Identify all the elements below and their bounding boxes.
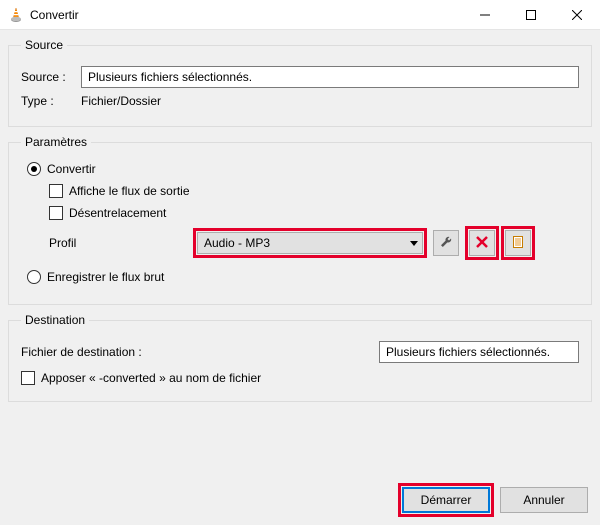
type-label: Type : <box>21 94 81 108</box>
profile-dropdown[interactable]: Audio - MP3 <box>197 232 423 254</box>
minimize-button[interactable] <box>462 0 508 30</box>
destination-group: Destination Fichier de destination : App… <box>8 313 592 402</box>
footer: Démarrer Annuler <box>8 481 592 517</box>
profile-dropdown-value: Audio - MP3 <box>204 236 410 250</box>
app-icon <box>8 7 24 23</box>
show-output-row[interactable]: Affiche le flux de sortie <box>49 184 579 198</box>
cancel-button[interactable]: Annuler <box>500 487 588 513</box>
source-label: Source : <box>21 70 81 84</box>
cancel-button-label: Annuler <box>523 493 564 507</box>
append-converted-checkbox[interactable] <box>21 371 35 385</box>
deinterlace-checkbox[interactable] <box>49 206 63 220</box>
show-output-checkbox[interactable] <box>49 184 63 198</box>
convert-radio-row[interactable]: Convertir <box>27 162 579 176</box>
dump-raw-radio-row[interactable]: Enregistrer le flux brut <box>27 270 579 284</box>
dump-raw-radio[interactable] <box>27 270 41 284</box>
new-document-icon <box>511 235 525 252</box>
dialog-content: Source Source : Type : Fichier/Dossier P… <box>0 30 600 525</box>
chevron-down-icon <box>410 236 418 250</box>
convert-radio[interactable] <box>27 162 41 176</box>
deinterlace-label: Désentrelacement <box>69 206 166 220</box>
append-converted-label: Apposer « -converted » au nom de fichier <box>41 371 261 385</box>
edit-profile-button[interactable] <box>433 230 459 256</box>
source-input[interactable] <box>81 66 579 88</box>
start-button[interactable]: Démarrer <box>402 487 490 513</box>
delete-x-icon <box>476 236 488 251</box>
settings-group: Paramètres Convertir Affiche le flux de … <box>8 135 592 305</box>
show-output-label: Affiche le flux de sortie <box>69 184 190 198</box>
close-button[interactable] <box>554 0 600 30</box>
new-profile-button[interactable] <box>505 230 531 256</box>
append-converted-row[interactable]: Apposer « -converted » au nom de fichier <box>21 371 579 385</box>
source-legend: Source <box>21 38 67 52</box>
convert-radio-label: Convertir <box>47 162 96 176</box>
window-title: Convertir <box>30 8 79 22</box>
titlebar: Convertir <box>0 0 600 30</box>
delete-profile-button[interactable] <box>469 230 495 256</box>
wrench-icon <box>439 235 453 252</box>
destination-legend: Destination <box>21 313 89 327</box>
settings-legend: Paramètres <box>21 135 91 149</box>
profile-label: Profil <box>49 236 189 250</box>
deinterlace-row[interactable]: Désentrelacement <box>49 206 579 220</box>
maximize-button[interactable] <box>508 0 554 30</box>
type-value: Fichier/Dossier <box>81 94 579 108</box>
source-group: Source Source : Type : Fichier/Dossier <box>8 38 592 127</box>
start-button-label: Démarrer <box>421 493 472 507</box>
destination-file-input[interactable] <box>379 341 579 363</box>
dump-raw-label: Enregistrer le flux brut <box>47 270 164 284</box>
destination-file-label: Fichier de destination : <box>21 345 171 359</box>
